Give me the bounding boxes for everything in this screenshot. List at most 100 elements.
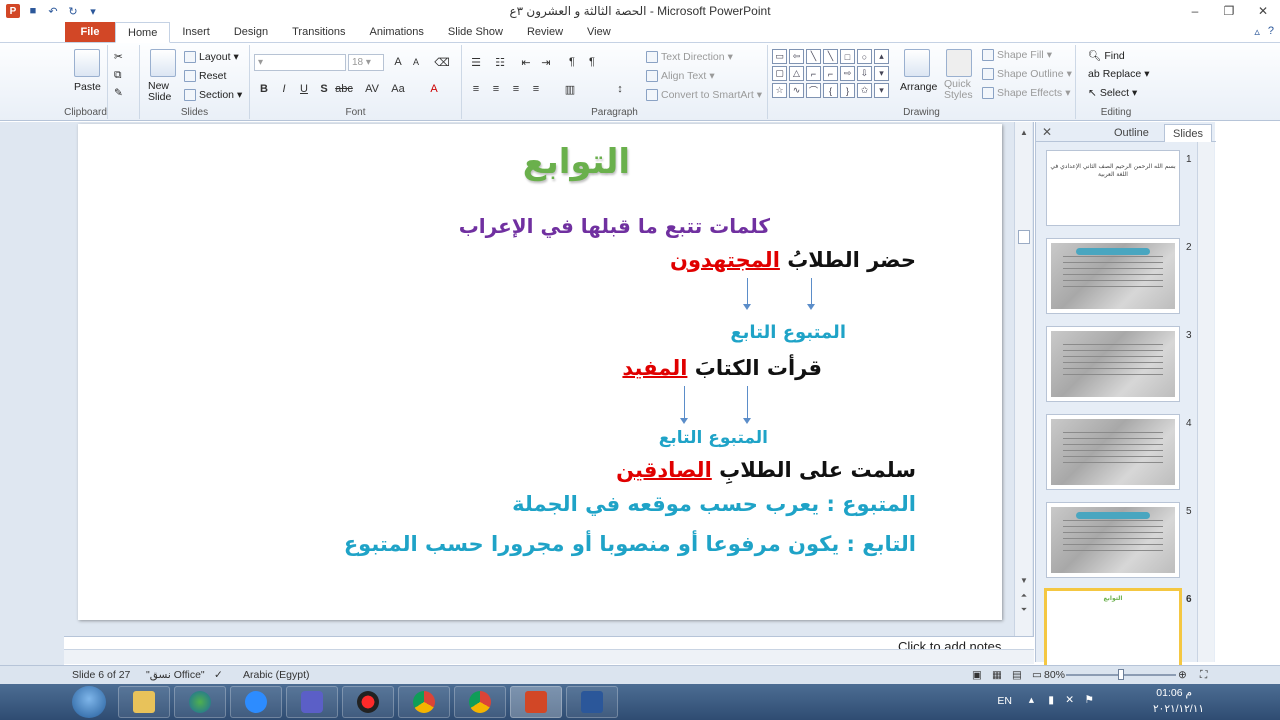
replace-button[interactable]: ab Replace ▾ [1088,68,1150,80]
rtl-icon[interactable]: ¶ [564,54,580,70]
scroll-up-icon[interactable]: ▴ [874,49,889,64]
more-shapes-icon[interactable]: ▾ [874,83,889,98]
triangle-shape-icon[interactable]: △ [789,66,804,81]
taskbar-zoom[interactable] [230,686,282,718]
italic-icon[interactable]: I [276,81,292,97]
scroll-down-arrow-icon[interactable]: ▼ [1018,574,1030,586]
rectangle-shape-icon[interactable]: □ [840,49,855,64]
shape-fill-button[interactable]: Shape Fill ▾ [982,49,1052,61]
example-3[interactable]: سلمت على الطلابِ الصادقين [616,458,916,482]
elbow2-shape-icon[interactable]: ⌐ [823,66,838,81]
zoom-in-icon[interactable]: ⊕ [1178,669,1187,681]
columns-icon[interactable]: ▥ [562,81,578,97]
flag-icon[interactable]: ⚑ [1085,694,1094,706]
taskbar-powerpoint[interactable] [510,686,562,718]
layout-button[interactable]: Layout ▾ [184,51,239,63]
arc-shape-icon[interactable]: ⌒ [806,83,821,98]
shape-effects-button[interactable]: Shape Effects ▾ [982,87,1070,99]
panel-vertical-scrollbar[interactable] [1197,142,1214,662]
tab-review[interactable]: Review [515,22,575,42]
text-box-shape-icon[interactable]: ▭ [772,49,787,64]
scroll-down-icon[interactable]: ▾ [874,66,889,81]
clock-date[interactable]: ٢٠٢١/١٢/١١ [1153,703,1204,715]
section-button[interactable]: Section ▾ [184,89,242,101]
tab-home[interactable]: Home [115,22,171,43]
align-left-icon[interactable]: ≡ [468,81,484,97]
arrange-icon[interactable] [904,49,930,77]
spellcheck-icon[interactable]: ✓ [214,669,223,681]
fit-slide-icon[interactable]: ⛶ [1200,669,1207,682]
oval-shape-icon[interactable]: ○ [857,49,872,64]
definition-tabi[interactable]: التابع : يكون مرفوعا أو منصوبا أو مجرورا… [344,532,916,556]
paste-icon[interactable] [74,49,100,77]
scroll-up-arrow-icon[interactable]: ▲ [1018,126,1030,138]
scrollbar-thumb[interactable] [1018,230,1030,244]
zoom-level[interactable]: 80% [1044,669,1065,681]
increase-indent-icon[interactable]: ⇥ [538,54,554,70]
taskbar-chrome-1[interactable] [398,686,450,718]
input-language[interactable]: EN [997,695,1012,707]
example-1[interactable]: حضر الطلابُ المجتهدون [670,248,916,272]
spacing-icon[interactable]: AV [364,81,380,97]
font-family-combo[interactable]: ▾ [254,54,346,71]
reading-view-icon[interactable]: ▤ [1012,669,1022,681]
bullets-icon[interactable]: ☰ [468,54,484,70]
align-text-button[interactable]: Align Text ▾ [646,70,715,82]
justify-icon[interactable]: ≡ [528,81,544,97]
taskbar-chrome-2[interactable] [454,686,506,718]
rounded-rect-shape-icon[interactable]: ▢ [772,66,787,81]
example-2-labels[interactable]: المتبوع التابع [659,428,768,448]
taskbar-recorder[interactable] [342,686,394,718]
find-button[interactable]: 🔍︎ Find [1088,49,1125,63]
restore-button[interactable]: ❐ [1212,0,1246,22]
tab-transitions[interactable]: Transitions [280,22,357,42]
reset-button[interactable]: Reset [184,70,226,82]
tab-slide-show[interactable]: Slide Show [436,22,515,42]
format-painter-icon[interactable]: ✎ [114,87,123,99]
minimize-ribbon-icon[interactable]: ▵ [1254,25,1260,38]
close-panel-icon[interactable]: ✕ [1042,125,1052,139]
tab-file[interactable]: File [65,22,115,42]
star2-shape-icon[interactable]: ✩ [857,83,872,98]
customize-qat-icon[interactable]: ▾ [86,4,100,18]
taskbar-explorer[interactable] [118,686,170,718]
select-button[interactable]: ↖ Select ▾ [1088,87,1137,99]
right-arrow-shape-icon[interactable]: ⇨ [840,66,855,81]
new-slide-button[interactable]: New Slide [148,81,182,103]
volume-muted-icon[interactable]: ✕ [1065,694,1074,706]
elbow-shape-icon[interactable]: ⌐ [806,66,821,81]
align-center-icon[interactable]: ≡ [488,81,504,97]
shrink-font-icon[interactable]: A [408,54,424,70]
shapes-gallery[interactable]: ▭ ⇦ ╲ ╲ □ ○ ▴ ▢ △ ⌐ ⌐ ⇨ ⇩ ▾ ☆ ∿ ⌒ { } ✩ … [772,49,892,99]
close-button[interactable]: ✕ [1246,0,1280,22]
editor-horizontal-scrollbar[interactable] [64,649,1034,664]
convert-smartart-button[interactable]: Convert to SmartArt ▾ [646,89,762,101]
copy-icon[interactable]: ⧉ [114,69,122,82]
zoom-slider-knob[interactable] [1118,669,1124,680]
minimize-button[interactable]: – [1178,0,1212,22]
powerpoint-icon[interactable]: P [6,4,20,18]
tab-animations[interactable]: Animations [358,22,436,42]
slide-canvas[interactable]: التوابع كلمات تتبع ما قبلها في الإعراب ح… [78,124,1002,620]
new-slide-icon[interactable] [150,49,176,77]
brace-shape-icon[interactable]: } [840,83,855,98]
align-right-icon[interactable]: ≡ [508,81,524,97]
ltr-icon[interactable]: ¶ [584,54,600,70]
editor-vertical-scrollbar[interactable]: ▲ ▼ ⏶ ⏷ [1014,122,1032,636]
grow-font-icon[interactable]: A [390,54,406,70]
arrow-shape-icon[interactable]: ⇦ [789,49,804,64]
tab-insert[interactable]: Insert [170,22,222,42]
curve-shape-icon[interactable]: ∿ [789,83,804,98]
down-arrow-shape-icon[interactable]: ⇩ [857,66,872,81]
numbering-icon[interactable]: ☷ [492,54,508,70]
decrease-indent-icon[interactable]: ⇤ [518,54,534,70]
line-shape-icon[interactable]: ╲ [806,49,821,64]
clear-format-icon[interactable]: ⌫ [434,54,450,70]
shape-outline-button[interactable]: Shape Outline ▾ [982,68,1072,80]
help-icon[interactable]: ? [1268,25,1274,38]
slide-subtitle[interactable]: كلمات تتبع ما قبلها في الإعراب [459,214,770,238]
change-case-icon[interactable]: Aa [390,81,406,97]
taskbar-word[interactable] [566,686,618,718]
shadow-icon[interactable]: S [316,81,332,97]
tab-outline[interactable]: Outline [1106,124,1157,142]
